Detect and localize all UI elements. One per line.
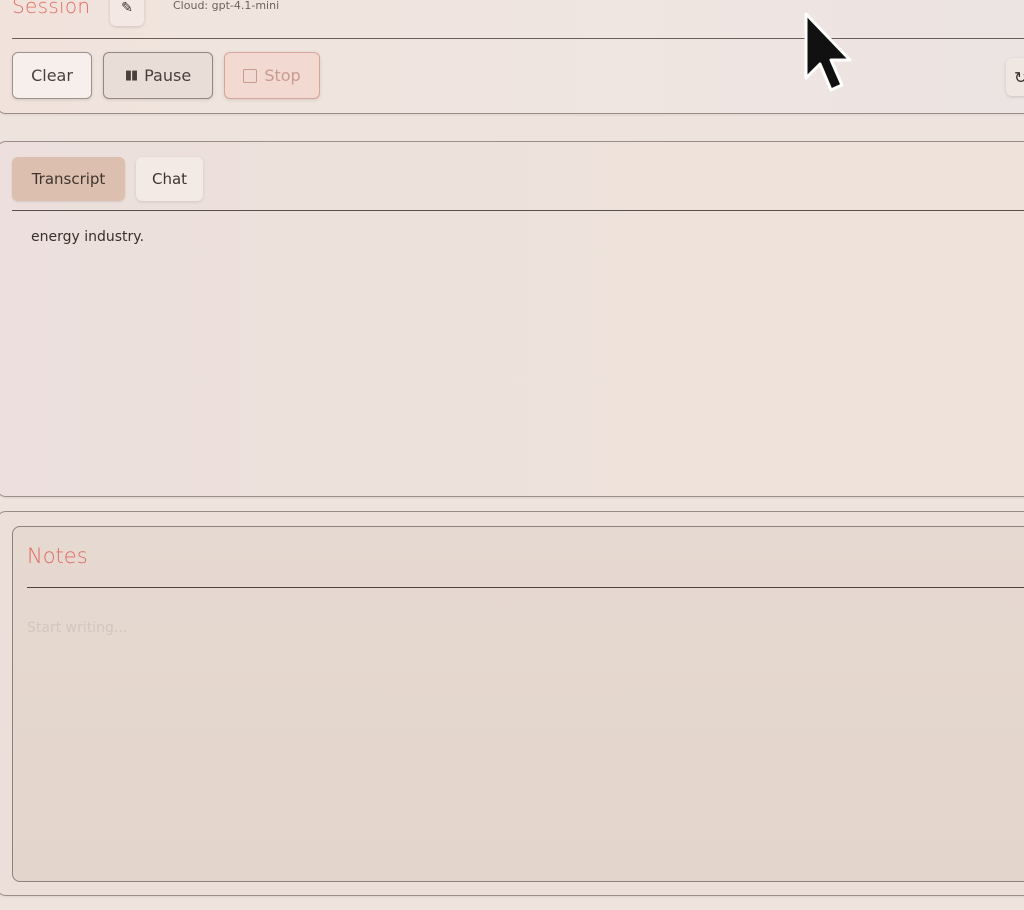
tab-chat[interactable]: Chat: [136, 157, 203, 201]
refresh-button[interactable]: ↻: [1006, 58, 1024, 96]
stop-icon: [243, 68, 258, 83]
tabs-divider: [12, 210, 1024, 211]
transcript-text: energy industry.: [31, 229, 145, 245]
pause-icon: ▮▮: [124, 68, 138, 83]
stop-button-label: Stop: [264, 66, 301, 85]
session-divider: [12, 38, 1024, 39]
tab-transcript[interactable]: Transcript: [12, 157, 125, 201]
notes-divider: [27, 587, 1024, 588]
tab-transcript-label: Transcript: [31, 170, 106, 188]
pause-button[interactable]: ▮▮ Pause: [103, 52, 213, 99]
notes-editor[interactable]: [27, 614, 1017, 864]
clear-button-label: Clear: [31, 66, 73, 85]
stop-button[interactable]: Stop: [224, 52, 320, 99]
model-label: Cloud: gpt-4.1-mini: [173, 0, 280, 12]
edit-session-button[interactable]: ✎: [110, 0, 144, 26]
refresh-icon: ↻: [1014, 67, 1024, 87]
pencil-icon: ✎: [121, 0, 133, 16]
clear-button[interactable]: Clear: [12, 52, 92, 99]
notes-title: Notes: [27, 544, 88, 568]
pause-button-label: Pause: [144, 66, 192, 85]
session-title: Session: [12, 0, 91, 18]
tab-chat-label: Chat: [151, 170, 188, 188]
